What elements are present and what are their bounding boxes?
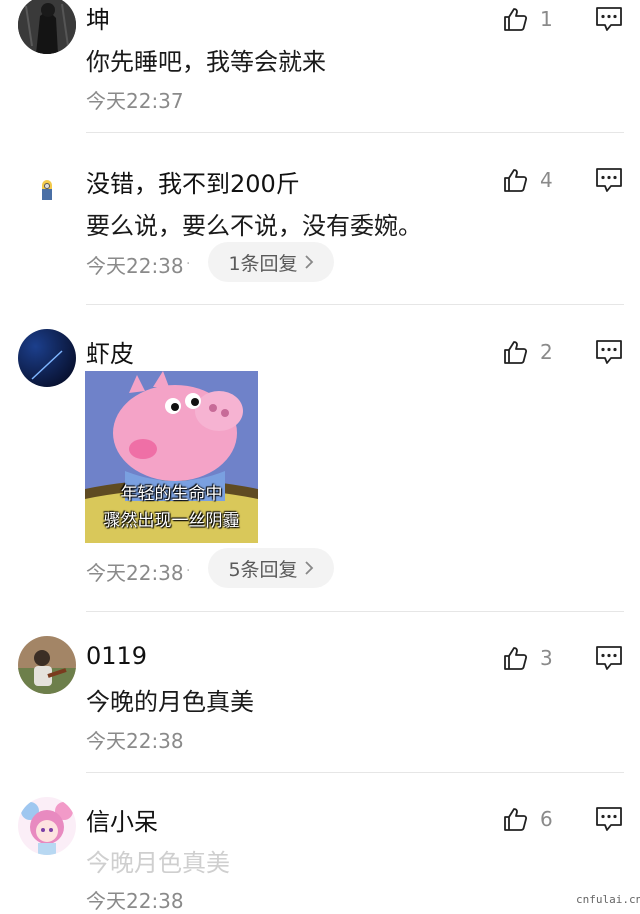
blue-night-avatar-icon [18, 329, 76, 387]
avatar[interactable] [18, 162, 76, 220]
reply-button[interactable] [594, 645, 624, 671]
comment-text: 你先睡吧，我等会就来 [86, 48, 326, 76]
avatar[interactable] [18, 636, 76, 694]
comment-time: 今天22:37 [86, 89, 184, 113]
reply-button[interactable] [594, 6, 624, 32]
watermark: cnfulai.cn [576, 893, 640, 906]
comment-text: 今晚月色真美 [86, 849, 230, 877]
thumbs-up-icon [504, 647, 528, 670]
reply-button[interactable] [594, 339, 624, 365]
separator-dot: · [186, 256, 191, 272]
like-button[interactable]: 6 [502, 802, 572, 836]
thumbs-up-icon [504, 341, 528, 364]
comment-author[interactable]: 坤 [86, 0, 110, 35]
like-count: 2 [540, 340, 553, 364]
comment-icon [596, 807, 622, 831]
thumbs-up-icon [504, 169, 528, 192]
comment-time: 今天22:38 [86, 729, 184, 753]
like-button[interactable]: 2 [502, 335, 572, 369]
chevron-right-icon [304, 560, 314, 576]
comment-author[interactable]: 虾皮 [86, 334, 134, 369]
like-button[interactable]: 4 [502, 163, 572, 197]
avatar[interactable] [18, 0, 76, 54]
sticker-caption: 年轻的生命中 [120, 484, 223, 504]
peppa-pig-sticker[interactable]: 年轻的生命中 骤然出现一丝阴霾 [85, 371, 258, 543]
like-count: 3 [540, 646, 553, 670]
like-count: 1 [540, 7, 553, 31]
replies-label: 1条回复 [228, 252, 298, 275]
reply-button[interactable] [594, 167, 624, 193]
comment-icon [596, 340, 622, 364]
minion-avatar-icon [42, 180, 52, 200]
comment-time: 今天22:38 [86, 561, 184, 585]
dark-photo-avatar-icon [18, 0, 76, 54]
sticker-caption: 骤然出现一丝阴霾 [103, 511, 240, 531]
avatar[interactable] [18, 329, 76, 387]
like-button[interactable]: 1 [502, 2, 572, 36]
comment-author[interactable]: 没错，我不到200斤 [86, 164, 300, 199]
separator-dot: · [186, 563, 191, 579]
comment-text: 要么说，要么不说，没有委婉。 [86, 212, 422, 240]
comment-icon [596, 7, 622, 31]
divider [86, 772, 624, 773]
reply-button[interactable] [594, 806, 624, 832]
chevron-right-icon [304, 254, 314, 270]
comment-text: 今晚的月色真美 [86, 688, 254, 716]
divider [86, 132, 624, 133]
like-count: 6 [540, 807, 553, 831]
like-count: 4 [540, 168, 553, 192]
comment-time: 今天22:38 [86, 254, 184, 278]
comment-author[interactable]: 信小呆 [86, 802, 158, 837]
divider [86, 304, 624, 305]
view-replies-button[interactable]: 1条回复 [208, 242, 334, 282]
divider [86, 611, 624, 612]
comment-icon [596, 168, 622, 192]
thumbs-up-icon [504, 808, 528, 831]
photo-avatar-icon [18, 636, 76, 694]
anime-girl-avatar-icon [18, 797, 76, 855]
replies-label: 5条回复 [228, 558, 298, 581]
thumbs-up-icon [504, 8, 528, 31]
view-replies-button[interactable]: 5条回复 [208, 548, 334, 588]
like-button[interactable]: 3 [502, 641, 572, 675]
comment-icon [596, 646, 622, 670]
avatar[interactable] [18, 797, 76, 855]
comment-author[interactable]: 0119 [86, 642, 147, 670]
